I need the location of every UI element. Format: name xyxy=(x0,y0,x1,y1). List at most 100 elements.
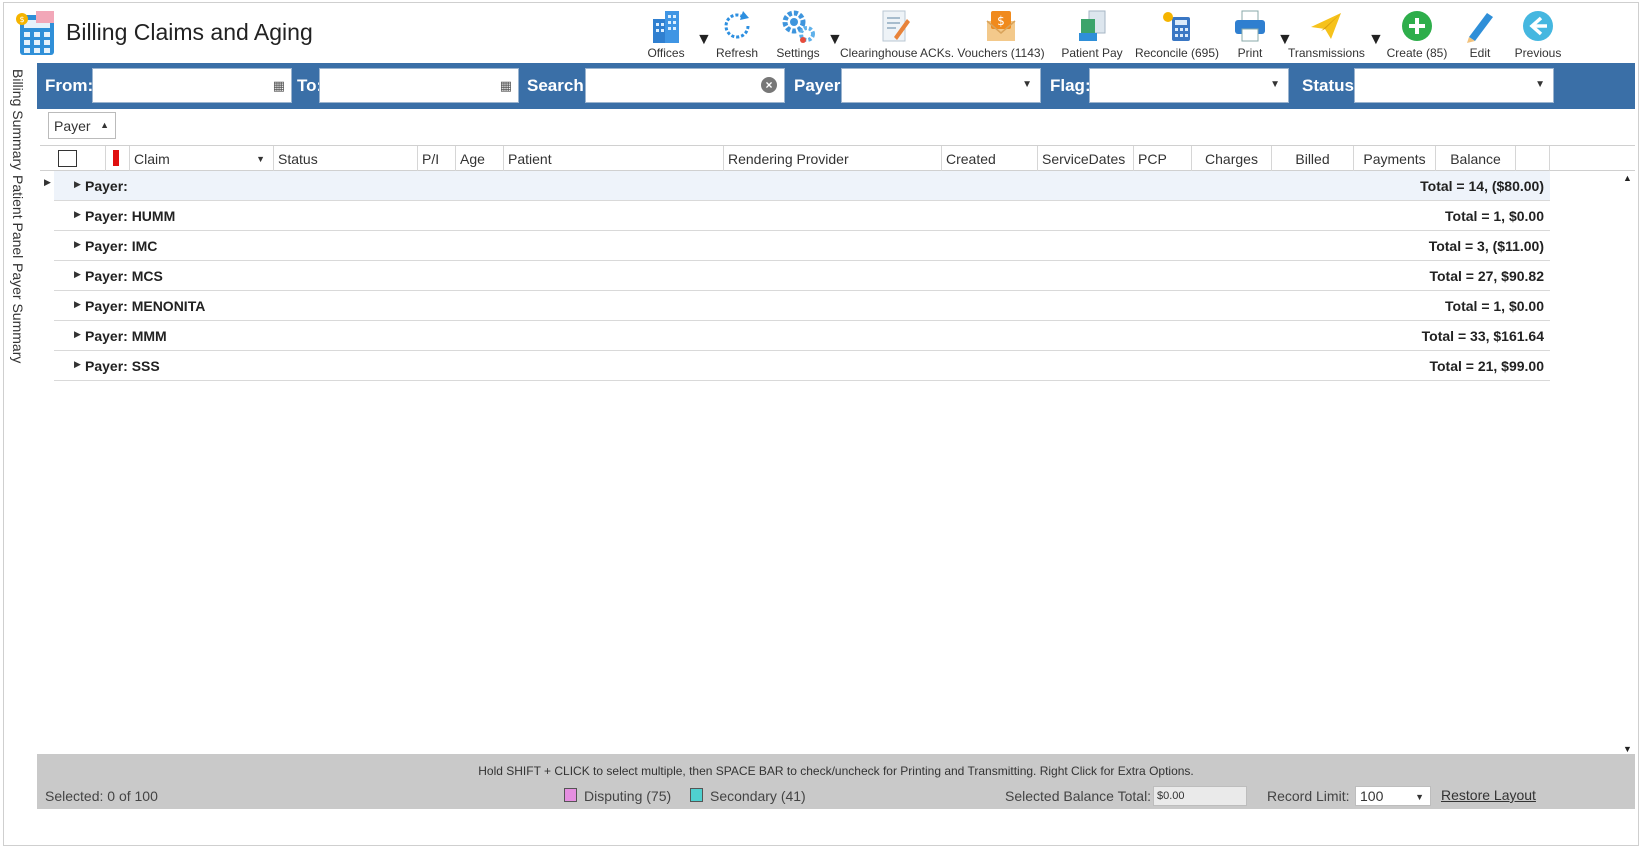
vertical-scrollbar[interactable]: ▲ ▼ xyxy=(1619,171,1635,756)
settings-button[interactable]: Settings xyxy=(770,5,826,63)
column-service-dates[interactable]: ServiceDates xyxy=(1038,146,1134,171)
column-billed[interactable]: Billed xyxy=(1272,146,1354,171)
column-payments[interactable]: Payments xyxy=(1354,146,1436,171)
column-created[interactable]: Created xyxy=(942,146,1038,171)
expand-icon[interactable]: ▶ xyxy=(74,269,81,280)
expand-icon[interactable]: ▶ xyxy=(74,209,81,220)
expand-icon[interactable]: ▶ xyxy=(74,179,81,190)
refresh-button[interactable]: Refresh xyxy=(712,5,762,63)
title-bar: $ Billing Claims and Aging Offices ▼ Ref… xyxy=(4,3,1640,65)
reconcile-calculator-icon xyxy=(1163,12,1190,41)
group-row[interactable]: ▶ Payer: MENONITA Total = 1, $0.00 xyxy=(54,291,1550,321)
print-button[interactable]: Print xyxy=(1228,5,1272,63)
offices-dropdown-icon[interactable]: ▼ xyxy=(696,31,712,49)
chevron-down-icon[interactable]: ▼ xyxy=(1022,79,1032,90)
group-row[interactable]: ▶ Payer: MCS Total = 27, $90.82 xyxy=(54,261,1550,291)
create-button[interactable]: Create (85) xyxy=(1386,5,1448,63)
payer-select[interactable]: ▼ xyxy=(841,68,1041,103)
billing-calculator-icon: $ xyxy=(16,11,54,55)
vouchers-button[interactable]: $ Vouchers (1143) xyxy=(955,5,1047,63)
edit-button[interactable]: Edit xyxy=(1460,5,1500,63)
patient-pay-icon xyxy=(1079,10,1106,41)
status-footer: Hold SHIFT + CLICK to select multiple, t… xyxy=(37,754,1635,809)
patient-pay-button[interactable]: Patient Pay xyxy=(1056,5,1128,63)
flag-label: Flag: xyxy=(1050,76,1091,95)
previous-label: Previous xyxy=(1514,46,1562,60)
chevron-down-icon[interactable]: ▼ xyxy=(256,154,265,164)
side-tab-patient-panel[interactable]: Patient Panel xyxy=(10,175,26,258)
clear-search-icon[interactable]: × xyxy=(761,77,777,93)
reconcile-button[interactable]: Reconcile (695) xyxy=(1134,5,1220,63)
group-name: Payer: SSS xyxy=(85,358,160,374)
clearinghouse-acks-button[interactable]: Clearinghouse ACKs. xyxy=(840,5,954,63)
offices-button[interactable]: Offices xyxy=(636,5,696,63)
group-row[interactable]: ▶ Payer: Total = 14, ($80.00) xyxy=(54,171,1550,201)
expand-icon[interactable]: ▶ xyxy=(74,329,81,340)
settings-gears-icon xyxy=(782,10,815,43)
select-all-column[interactable] xyxy=(40,146,106,171)
scroll-down-icon[interactable]: ▼ xyxy=(1623,744,1632,754)
chevron-down-icon[interactable]: ▼ xyxy=(1415,792,1424,802)
expand-icon[interactable]: ▶ xyxy=(74,359,81,370)
expand-icon[interactable]: ▶ xyxy=(74,299,81,310)
column-pi[interactable]: P/I xyxy=(418,146,456,171)
group-total: Total = 1, $0.00 xyxy=(1445,298,1544,314)
group-row[interactable]: ▶ Payer: IMC Total = 3, ($11.00) xyxy=(54,231,1550,261)
transmissions-dropdown-icon[interactable]: ▼ xyxy=(1368,31,1384,49)
selected-balance-label: Selected Balance Total: xyxy=(1005,788,1152,804)
side-tab-billing-summary[interactable]: Billing Summary xyxy=(10,69,26,170)
search-input[interactable]: × xyxy=(585,68,785,103)
record-limit-value: 100 xyxy=(1360,788,1384,804)
column-charges[interactable]: Charges xyxy=(1192,146,1272,171)
billing-window: $ Billing Claims and Aging Offices ▼ Ref… xyxy=(3,2,1639,846)
side-tab-payer-summary[interactable]: Payer Summary xyxy=(10,263,26,363)
record-limit-select[interactable]: 100 ▼ xyxy=(1355,786,1431,806)
flag-icon xyxy=(113,150,119,166)
create-label: Create (85) xyxy=(1386,46,1448,60)
group-total: Total = 1, $0.00 xyxy=(1445,208,1544,224)
record-limit-label: Record Limit: xyxy=(1267,788,1350,804)
chevron-down-icon[interactable]: ▼ xyxy=(1270,79,1280,90)
vouchers-envelope-icon: $ xyxy=(986,11,1016,41)
transmissions-button[interactable]: Transmissions xyxy=(1288,5,1365,63)
calendar-icon[interactable]: ▦ xyxy=(273,78,285,94)
grid-body: ▶ ▶ Payer: Total = 14, ($80.00) ▶ Payer:… xyxy=(40,171,1635,756)
column-claim[interactable]: Claim ▼ xyxy=(130,146,274,171)
status-select[interactable]: ▼ xyxy=(1354,68,1554,103)
column-rendering-provider[interactable]: Rendering Provider xyxy=(724,146,942,171)
group-row[interactable]: ▶ Payer: HUMM Total = 1, $0.00 xyxy=(54,201,1550,231)
group-total: Total = 14, ($80.00) xyxy=(1420,178,1544,194)
column-status[interactable]: Status xyxy=(274,146,418,171)
transmissions-label: Transmissions xyxy=(1288,46,1365,60)
group-total: Total = 33, $161.64 xyxy=(1421,328,1544,344)
to-date-input[interactable]: ▦ xyxy=(319,68,519,103)
group-row[interactable]: ▶ Payer: MMM Total = 33, $161.64 xyxy=(54,321,1550,351)
group-row[interactable]: ▶ Payer: SSS Total = 21, $99.00 xyxy=(54,351,1550,381)
previous-button[interactable]: Previous xyxy=(1510,5,1566,63)
column-age[interactable]: Age xyxy=(456,146,504,171)
group-by-payer-chip[interactable]: Payer ▲ xyxy=(48,112,116,139)
secondary-legend-label: Secondary (41) xyxy=(710,788,806,804)
from-date-input[interactable]: ▦ xyxy=(92,68,292,103)
restore-layout-link[interactable]: Restore Layout xyxy=(1441,787,1536,803)
disputing-legend-swatch xyxy=(564,788,577,802)
scroll-up-icon[interactable]: ▲ xyxy=(1623,173,1632,183)
select-all-checkbox[interactable] xyxy=(58,150,77,167)
printer-icon xyxy=(1235,10,1265,42)
flag-column[interactable] xyxy=(106,146,130,171)
group-name: Payer: xyxy=(85,178,128,194)
flag-select[interactable]: ▼ xyxy=(1089,68,1289,103)
payer-label: Payer: xyxy=(794,76,846,95)
patient-pay-label: Patient Pay xyxy=(1061,46,1123,60)
settings-label: Settings xyxy=(776,46,820,60)
calendar-icon[interactable]: ▦ xyxy=(500,78,512,94)
from-label: From: xyxy=(45,76,94,95)
column-patient[interactable]: Patient xyxy=(504,146,724,171)
grid-header: Claim ▼ Status P/I Age Patient Rendering… xyxy=(40,145,1635,171)
chevron-down-icon[interactable]: ▼ xyxy=(1535,79,1545,90)
edit-pencil-icon xyxy=(1467,13,1493,43)
expand-icon[interactable]: ▶ xyxy=(74,239,81,250)
column-balance[interactable]: Balance xyxy=(1436,146,1516,171)
sort-ascending-icon[interactable]: ▲ xyxy=(100,120,109,130)
column-pcp[interactable]: PCP xyxy=(1134,146,1192,171)
